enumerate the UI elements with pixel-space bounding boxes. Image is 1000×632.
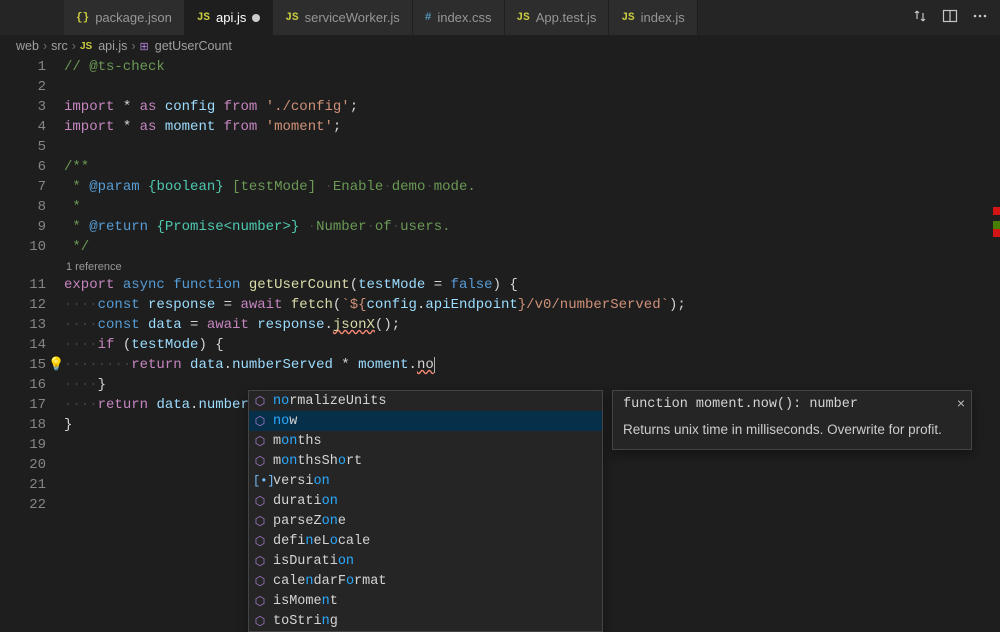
error-marker-icon[interactable] — [993, 207, 1000, 215]
split-editor-icon[interactable] — [942, 8, 958, 27]
close-icon[interactable]: × — [957, 395, 965, 411]
symbol-method-icon: ⬡ — [253, 614, 267, 629]
symbol-method-icon: ⬡ — [253, 494, 267, 509]
tab-label: api.js — [216, 10, 246, 25]
symbol-method-icon: ⊞ — [140, 40, 149, 53]
dirty-indicator-icon — [252, 14, 260, 22]
suggest-item[interactable]: ⬡ calendarFormat — [249, 571, 602, 591]
breadcrumb-segment[interactable]: web — [16, 39, 39, 53]
symbol-method-icon: ⬡ — [253, 394, 267, 409]
js-file-icon: JS — [621, 12, 634, 24]
breadcrumb-segment[interactable]: src — [51, 39, 68, 53]
suggest-item[interactable]: ⬡ now — [249, 411, 602, 431]
tab-label: package.json — [95, 10, 172, 25]
suggest-item[interactable]: ⬡ normalizeUnits — [249, 391, 602, 411]
breadcrumb-segment[interactable]: api.js — [98, 39, 127, 53]
css-file-icon: # — [425, 12, 432, 24]
tab-label: serviceWorker.js — [305, 10, 400, 25]
compare-changes-icon[interactable] — [912, 8, 928, 27]
chevron-right-icon: › — [72, 39, 76, 53]
suggest-widget[interactable]: ⬡ normalizeUnits ⬡ now ⬡ months ⬡ months… — [248, 390, 603, 632]
suggest-details-signature: function moment.now(): number — [623, 397, 961, 412]
symbol-constant-icon: [•] — [253, 474, 267, 488]
tab-index-css[interactable]: # index.css — [413, 0, 505, 35]
suggest-details-description: Returns unix time in milliseconds. Overw… — [623, 422, 961, 437]
js-file-icon: JS — [197, 12, 210, 24]
tab-app-test-js[interactable]: JS App.test.js — [505, 0, 610, 35]
symbol-method-icon: ⬡ — [253, 514, 267, 529]
chevron-right-icon: › — [43, 39, 47, 53]
suggest-item[interactable]: [•] version — [249, 471, 602, 491]
js-file-icon: JS — [517, 12, 530, 24]
codelens-references[interactable]: 1 reference — [64, 257, 986, 275]
diff-added-marker-icon[interactable] — [993, 221, 1000, 229]
tab-label: index.css — [437, 10, 491, 25]
js-file-icon: JS — [80, 41, 92, 52]
editor-tabbar: {} package.json JS api.js JS serviceWork… — [0, 0, 1000, 35]
more-actions-icon[interactable] — [972, 8, 988, 27]
suggest-details: × function moment.now(): number Returns … — [612, 390, 972, 450]
symbol-method-icon: ⬡ — [253, 554, 267, 569]
tab-label: App.test.js — [536, 10, 597, 25]
symbol-method-icon: ⬡ — [253, 454, 267, 469]
js-file-icon: JS — [285, 12, 298, 24]
suggest-item[interactable]: ⬡ isDuration — [249, 551, 602, 571]
tab-api-js[interactable]: JS api.js — [185, 0, 274, 35]
lightbulb-quickfix-icon[interactable]: 💡 — [48, 355, 64, 375]
suggest-item[interactable]: ⬡ parseZone — [249, 511, 602, 531]
suggest-item[interactable]: ⬡ monthsShort — [249, 451, 602, 471]
suggest-item[interactable]: ⬡ duration — [249, 491, 602, 511]
breadcrumb-segment[interactable]: getUserCount — [155, 39, 232, 53]
chevron-right-icon: › — [131, 39, 135, 53]
tab-package-json[interactable]: {} package.json — [64, 0, 185, 35]
json-file-icon: {} — [76, 12, 89, 24]
tab-index-js[interactable]: JS index.js — [609, 0, 697, 35]
suggest-item[interactable]: ⬡ defineLocale — [249, 531, 602, 551]
symbol-method-icon: ⬡ — [253, 534, 267, 549]
symbol-method-icon: ⬡ — [253, 574, 267, 589]
error-marker-icon[interactable] — [993, 229, 1000, 237]
titlebar-actions — [900, 0, 1000, 35]
symbol-method-icon: ⬡ — [253, 434, 267, 449]
symbol-method-icon: ⬡ — [253, 414, 267, 429]
tab-label: index.js — [641, 10, 685, 25]
suggest-item[interactable]: ⬡ months — [249, 431, 602, 451]
tab-serviceworker-js[interactable]: JS serviceWorker.js — [273, 0, 412, 35]
suggest-item[interactable]: ⬡ toString — [249, 611, 602, 631]
line-number-gutter: 1 2 3 4 5 6 7 8 9 10 11 12 13 14 15 16 1… — [0, 57, 64, 631]
symbol-method-icon: ⬡ — [253, 594, 267, 609]
suggest-item[interactable]: ⬡ isMoment — [249, 591, 602, 611]
breadcrumb[interactable]: web › src › JS api.js › ⊞ getUserCount — [0, 35, 1000, 57]
